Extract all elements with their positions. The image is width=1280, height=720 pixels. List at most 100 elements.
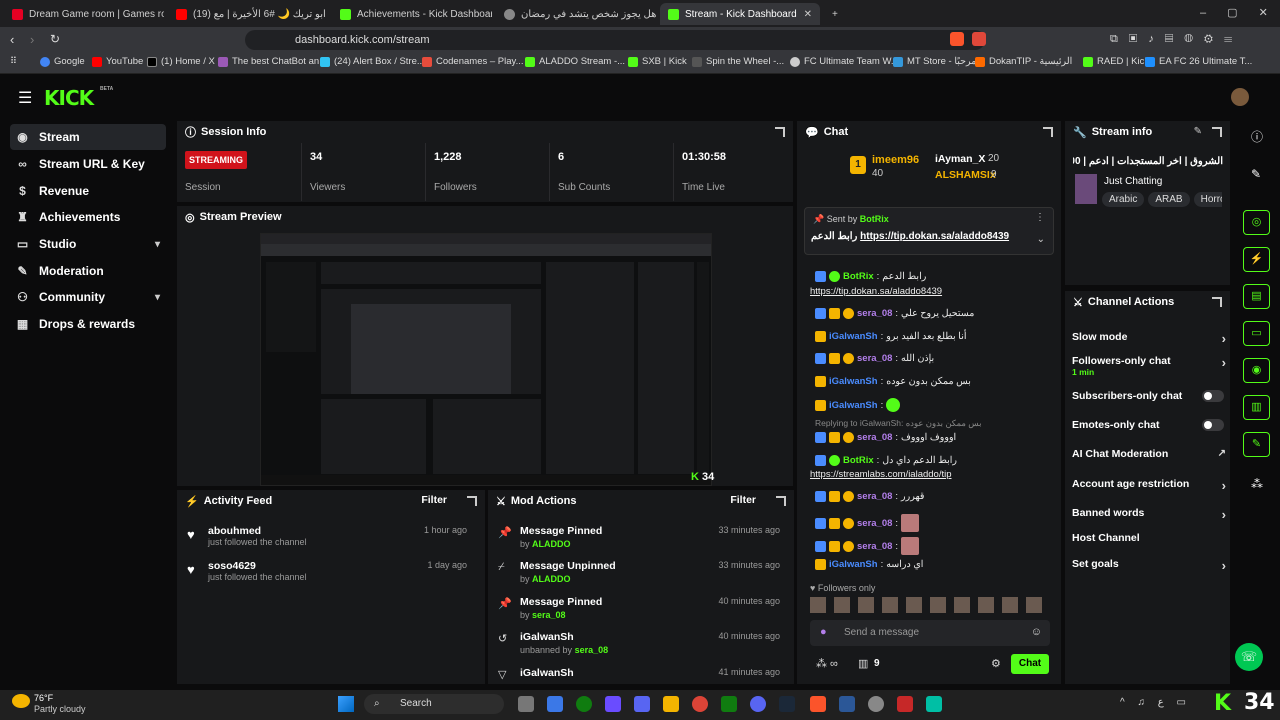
expand-icon[interactable] xyxy=(775,127,785,137)
edit-icon[interactable]: ✎ xyxy=(1251,167,1261,181)
expand-icon[interactable] xyxy=(1212,297,1222,307)
category-thumbnail[interactable] xyxy=(1075,174,1097,204)
window-controls[interactable]: – ▢ ✕ xyxy=(1200,6,1268,19)
follower-avatars[interactable] xyxy=(810,597,1050,613)
support-icon[interactable]: ☏ xyxy=(1235,643,1263,671)
category-name[interactable]: Just Chatting xyxy=(1104,176,1162,187)
bookmark[interactable]: ALADDO Stream -... xyxy=(525,56,625,67)
chat-message[interactable]: iGalwanSh: أنا بطلع بعد الفيد برو xyxy=(815,331,1055,342)
sidebar-item-achievements[interactable]: ♜ Achievements xyxy=(10,204,166,230)
close-tab-icon[interactable]: ✕ xyxy=(804,9,812,20)
bookmark[interactable]: YouTube xyxy=(92,56,143,67)
camera-button[interactable]: ◎ xyxy=(1243,210,1270,235)
points-icon[interactable]: ⁂ ∞ xyxy=(816,657,838,670)
chrome-icon[interactable] xyxy=(692,696,708,712)
pinned-message[interactable]: 📌 Sent by BotRix رابط الدعم https://tip.… xyxy=(804,207,1054,255)
brave-rewards-icon[interactable] xyxy=(972,32,986,46)
xbox-app-icon[interactable] xyxy=(721,696,737,712)
edit-icon[interactable]: ✎ xyxy=(1194,126,1202,137)
sidebar-item-revenue[interactable]: $ Revenue xyxy=(10,178,166,204)
taskbar-search[interactable]: ⌕ Search xyxy=(364,694,504,714)
bookmark[interactable]: Spin the Wheel -... xyxy=(692,56,784,67)
task-view-icon[interactable] xyxy=(518,696,534,712)
app-icon[interactable] xyxy=(839,696,855,712)
bookmark[interactable]: (1) Home / X xyxy=(147,56,215,67)
reload-icon[interactable]: ↻ xyxy=(50,32,60,46)
settings-icon[interactable]: ⚙ xyxy=(991,657,1001,670)
sidebar-item-studio[interactable]: ▭ Studio ▾ xyxy=(10,231,166,257)
send-chat-button[interactable]: Chat xyxy=(1011,654,1049,674)
video-player[interactable] xyxy=(260,233,712,486)
chat-message[interactable]: iGalwanSh: بس ممكن بدون عوده xyxy=(815,376,1055,387)
bookmark[interactable]: The best ChatBot an... xyxy=(218,56,327,67)
brave-shield-icon[interactable] xyxy=(950,32,964,46)
expand-icon[interactable] xyxy=(1043,127,1053,137)
url-input[interactable]: dashboard.kick.com/stream xyxy=(245,30,985,50)
chat-message[interactable]: iGalwanSh: xyxy=(815,398,1055,412)
layout-button[interactable]: ▥ xyxy=(1243,395,1270,420)
expand-icon[interactable] xyxy=(467,496,477,506)
app-icon[interactable] xyxy=(547,696,563,712)
app-icon[interactable] xyxy=(926,696,942,712)
sidebar-item-moderation[interactable]: ✎ Moderation xyxy=(10,258,166,284)
top-gifter[interactable]: imeem96 xyxy=(872,154,919,166)
bookmark[interactable]: Google xyxy=(40,56,85,67)
chat-message[interactable]: sera_08: قهررر xyxy=(815,491,1055,502)
emoji-icon[interactable]: ☺ xyxy=(1031,626,1042,638)
browser-tab[interactable]: (19) سمرة ابو تريك 🌙 #6 الأخيرة | مع xyxy=(168,3,328,25)
chevron-down-icon[interactable]: ▾ xyxy=(155,292,160,303)
tag[interactable]: Arabic xyxy=(1102,192,1145,207)
tray-icons[interactable]: ^ ♫ ع ▭ xyxy=(1120,697,1186,708)
host-channel-setting[interactable]: Host Channel xyxy=(1072,532,1228,544)
extensions-icon[interactable]: ⧉ ▣ ♪ ▤ ◍ ⚙ ☰ xyxy=(1110,33,1232,46)
account-age-setting[interactable]: Account age restriction › xyxy=(1072,478,1228,493)
folder-icon[interactable] xyxy=(663,696,679,712)
bookmark[interactable]: DokanTIP - الرئيسية xyxy=(975,56,1072,67)
tag[interactable]: Horror xyxy=(1193,192,1222,207)
sidebar-item-community[interactable]: ⚇ Community ▾ xyxy=(10,284,166,310)
subscribers-only-setting[interactable]: Subscribers-only chat xyxy=(1072,390,1228,402)
kick-logo[interactable]: KICK xyxy=(44,86,94,110)
browser-tab-active[interactable]: Stream - Kick Dashboard ✕ xyxy=(660,3,820,25)
avatar[interactable] xyxy=(1231,88,1249,106)
banned-words-setting[interactable]: Banned words › xyxy=(1072,507,1228,522)
browser-tab[interactable]: Achievements - Kick Dashboard xyxy=(332,3,492,25)
filter-button[interactable]: Filter xyxy=(730,494,756,506)
tag[interactable]: ARAB xyxy=(1148,192,1190,207)
menu-icon[interactable]: ☰ xyxy=(18,88,32,108)
chat-message[interactable]: sera_08: xyxy=(815,537,1055,555)
emotes-only-setting[interactable]: Emotes-only chat xyxy=(1072,419,1228,431)
browser-tab[interactable]: هل يجوز شخص يتشد في رمضان - arch xyxy=(496,3,656,25)
top-gifter[interactable]: iAyman_X xyxy=(935,153,985,165)
app-icon[interactable] xyxy=(897,696,913,712)
chat-button[interactable]: ▭ xyxy=(1243,321,1270,346)
forward-icon[interactable]: › xyxy=(30,32,34,47)
chat-message[interactable]: iGalwanSh: اي دراسه xyxy=(815,559,1055,570)
community-icon[interactable]: ⁂ xyxy=(1251,477,1263,491)
store-icon[interactable]: ▥ xyxy=(858,657,868,670)
chat-message[interactable]: BotRix: رابط الدعم xyxy=(815,271,1055,282)
chevron-down-icon[interactable]: ⌄ xyxy=(1037,234,1045,245)
chat-link[interactable]: https://streamlabs.com/ialaddo/tip xyxy=(810,469,1050,480)
chat-message[interactable]: sera_08: اوووف اوووف xyxy=(815,432,1055,443)
chat-message[interactable]: sera_08: مستحيل يروح علي xyxy=(815,308,1055,319)
sidebar-item-drops[interactable]: ▦ Drops & rewards xyxy=(10,311,166,337)
app-icon[interactable] xyxy=(605,696,621,712)
bookmark[interactable]: Codenames – Play... xyxy=(422,56,523,67)
expand-icon[interactable] xyxy=(1212,127,1222,137)
slow-mode-setting[interactable]: Slow mode › xyxy=(1072,331,1228,346)
apps-icon[interactable]: ⠿ xyxy=(10,56,17,67)
chat-message[interactable]: sera_08: بإذن الله xyxy=(815,353,1055,364)
chat-message[interactable]: sera_08: xyxy=(815,514,1055,532)
chevron-down-icon[interactable]: ▾ xyxy=(155,239,160,250)
bookmark[interactable]: MT Store - مرحبًا xyxy=(893,56,976,67)
more-icon[interactable]: ⋮ xyxy=(1035,212,1045,223)
chat-link[interactable]: https://tip.dokan.sa/aladdo8439 xyxy=(810,286,1050,297)
sidebar-item-stream-url[interactable]: ∞ Stream URL & Key xyxy=(10,151,166,177)
top-gifter[interactable]: ALSHAMSIx xyxy=(935,169,996,181)
filter-button[interactable]: Filter xyxy=(421,494,447,506)
bookmark[interactable]: EA FC 26 Ultimate T... xyxy=(1145,56,1252,67)
bolt-button[interactable]: ⚡ xyxy=(1243,247,1270,272)
mic-icon[interactable]: ● xyxy=(820,626,827,638)
info-icon[interactable]: ⓘ xyxy=(1251,128,1263,145)
